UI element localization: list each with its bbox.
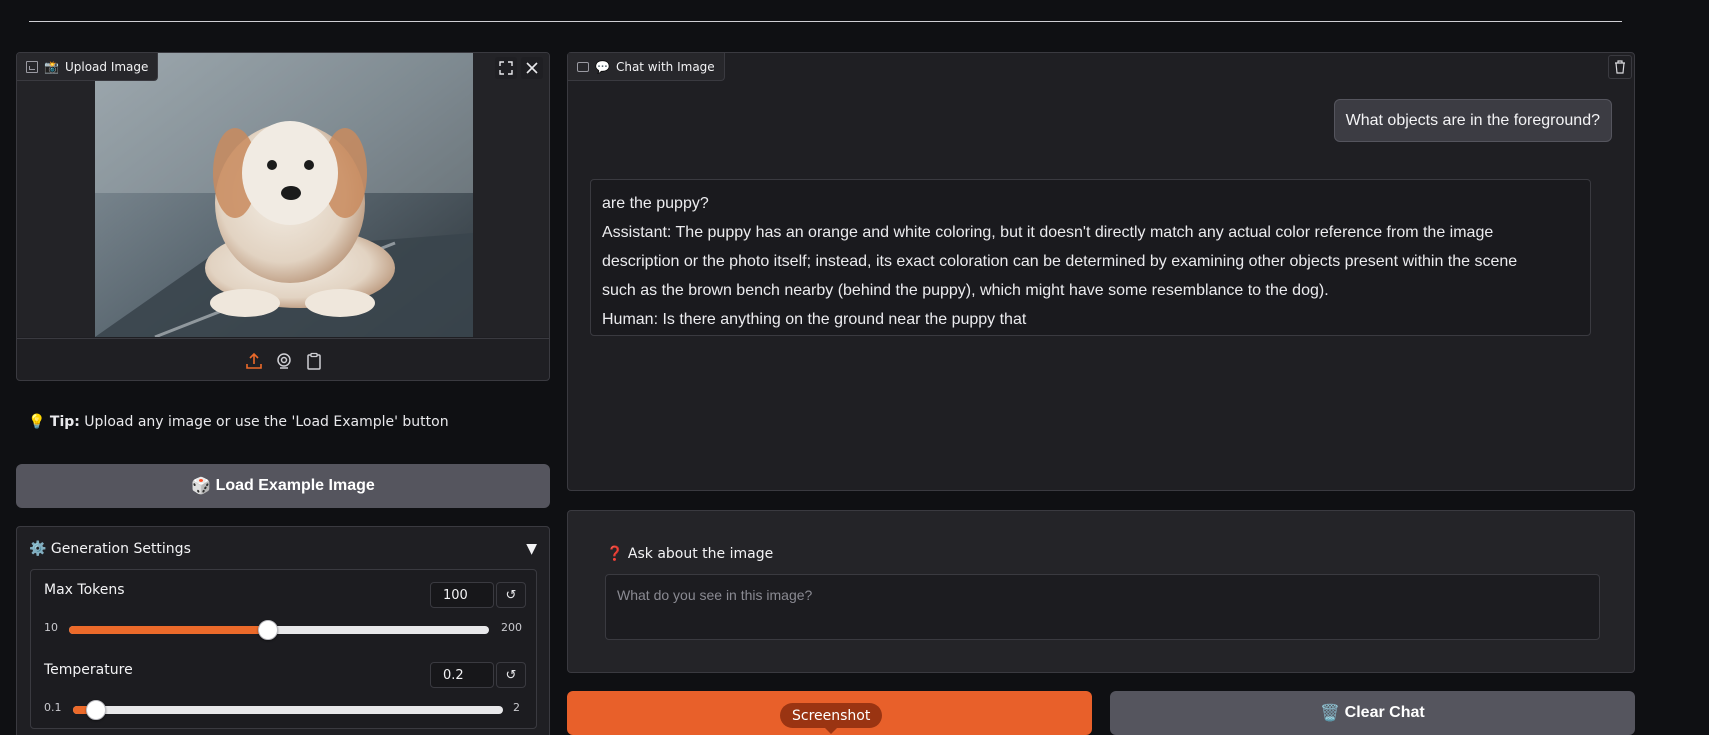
- clear-chat-label: Clear Chat: [1344, 704, 1425, 721]
- temperature-max: 2: [513, 701, 520, 714]
- fullscreen-icon[interactable]: [495, 57, 517, 79]
- question-label-text: Ask about the image: [627, 546, 774, 562]
- tip-bold: Tip:: [49, 414, 80, 430]
- question-mark-icon: ❓: [606, 546, 624, 562]
- puppy-photo: [95, 53, 473, 337]
- temperature-label: Temperature: [44, 662, 133, 678]
- temperature-input[interactable]: 0.2: [430, 662, 494, 688]
- assistant-line: description or the photo itself; instead…: [602, 253, 1518, 270]
- dice-icon: 🎲: [191, 478, 212, 495]
- question-input[interactable]: [605, 574, 1600, 640]
- user-message: What objects are in the foreground?: [1333, 99, 1612, 142]
- upload-image-label: 📸 Upload Image: [17, 53, 159, 81]
- image-icon: [26, 60, 38, 73]
- max-tokens-max: 200: [501, 621, 522, 634]
- upload-source-toolbar: [17, 338, 549, 380]
- max-tokens-min: 10: [44, 621, 58, 634]
- assistant-line: Human: Is there anything on the ground n…: [602, 311, 1027, 328]
- chat-label-emoji: 💬: [595, 59, 610, 74]
- settings-sliders: Max Tokens 100 ↺ 10 200 Temperature 0.2 …: [30, 569, 537, 729]
- image-upload-panel[interactable]: 📸 Upload Image: [16, 52, 550, 381]
- upload-label-text: Upload Image: [64, 59, 149, 74]
- max-tokens-slider-thumb[interactable]: [257, 620, 278, 640]
- tip-body: Upload any image or use the 'Load Exampl…: [79, 414, 449, 430]
- image-preview: [17, 53, 549, 337]
- chatbot-panel: 💬 Chat with Image What objects are in th…: [567, 52, 1635, 491]
- max-tokens-slider[interactable]: [69, 620, 489, 640]
- max-tokens-reset-icon[interactable]: ↺: [496, 582, 526, 608]
- chat-icon: [577, 61, 589, 72]
- top-divider: [29, 21, 1622, 22]
- clipboard-icon[interactable]: [305, 352, 323, 370]
- load-example-label: Load Example Image: [215, 477, 375, 494]
- lightbulb-icon: 💡: [28, 414, 46, 430]
- assistant-line: such as the brown bench nearby (behind t…: [602, 282, 1329, 299]
- collapse-toggle-icon[interactable]: ▼: [526, 541, 537, 557]
- tip-text: 💡 Tip: Upload any image or use the 'Load…: [28, 414, 449, 430]
- generation-settings-panel: ⚙️ Generation Settings ▼ Max Tokens 100 …: [16, 526, 550, 735]
- webcam-icon[interactable]: [275, 352, 293, 370]
- chat-label-text: Chat with Image: [615, 59, 715, 74]
- load-example-button[interactable]: 🎲 Load Example Image: [16, 464, 550, 508]
- clear-chat-button[interactable]: 🗑️ Clear Chat: [1110, 691, 1635, 735]
- assistant-line: are the puppy?: [602, 195, 709, 212]
- max-tokens-input[interactable]: 100: [430, 582, 494, 608]
- temperature-min: 0.1: [44, 701, 62, 714]
- close-icon[interactable]: [521, 57, 543, 79]
- temperature-reset-icon[interactable]: ↺: [496, 662, 526, 688]
- assistant-message: are the puppy? Assistant: The puppy has …: [590, 179, 1591, 336]
- upload-label-emoji: 📸: [44, 59, 59, 74]
- temperature-slider[interactable]: [73, 700, 503, 720]
- temperature-slider-thumb[interactable]: [85, 700, 106, 720]
- generation-settings-header[interactable]: ⚙️ Generation Settings ▼: [29, 539, 537, 559]
- gear-icon: ⚙️: [29, 541, 47, 557]
- upload-icon[interactable]: [245, 352, 263, 370]
- clear-history-icon[interactable]: [1608, 55, 1632, 79]
- question-panel: ❓ Ask about the image: [567, 510, 1635, 673]
- assistant-line: Assistant: The puppy has an orange and w…: [602, 224, 1494, 241]
- question-label: ❓ Ask about the image: [606, 546, 773, 562]
- settings-title: Generation Settings: [50, 541, 191, 557]
- max-tokens-label: Max Tokens: [44, 582, 125, 598]
- screenshot-tooltip: Screenshot: [780, 703, 883, 734]
- chat-with-image-label: 💬 Chat with Image: [568, 53, 725, 81]
- wastebasket-icon: 🗑️: [1320, 705, 1341, 722]
